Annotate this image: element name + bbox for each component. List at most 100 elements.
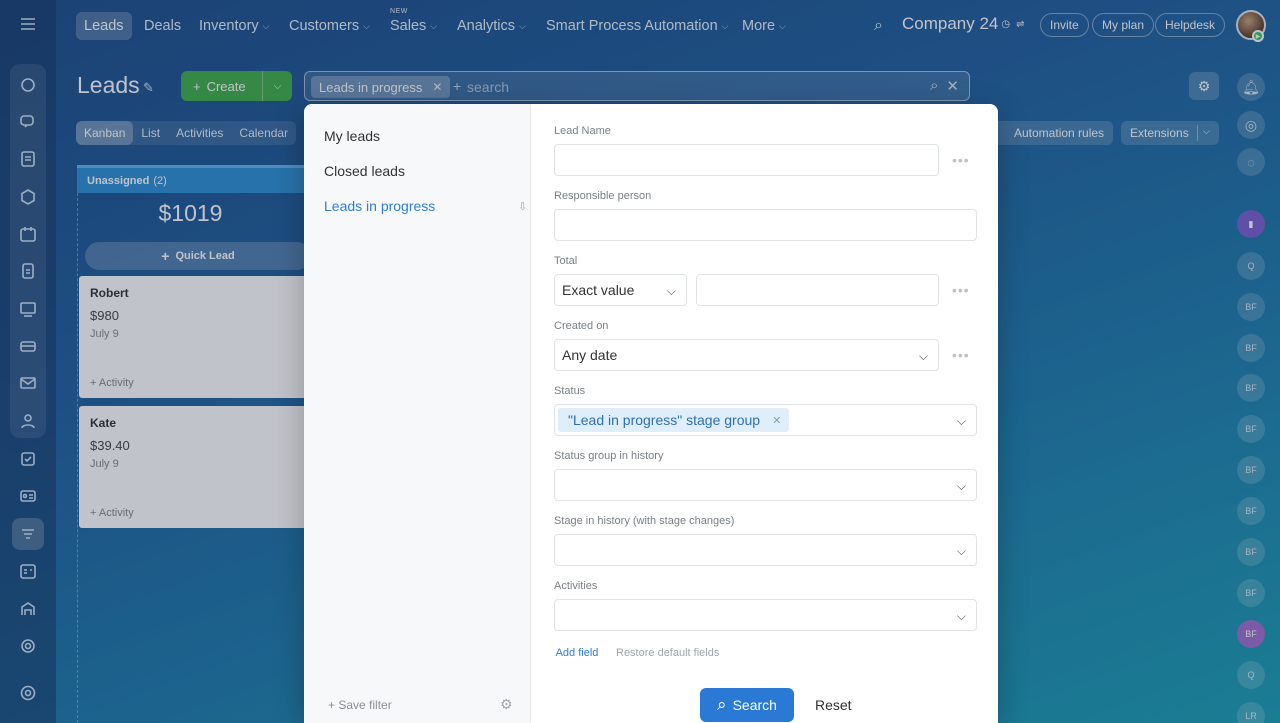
preset-my-leads[interactable]: My leads — [324, 128, 380, 144]
nav-inventory[interactable]: Inventory ⌵ — [191, 12, 277, 40]
gear-icon[interactable]: ⚙ — [1189, 72, 1219, 100]
status-select[interactable]: "Lead in progress" stage group ✕ ⌵ — [554, 404, 977, 436]
avatar[interactable]: Q — [1237, 661, 1265, 689]
pin-icon[interactable]: ✎ — [143, 80, 154, 96]
tab-list[interactable]: List — [133, 121, 168, 145]
tasks-icon[interactable] — [12, 143, 44, 175]
settings-icon[interactable] — [12, 677, 44, 709]
restore-default-fields-link[interactable]: Restore default fields — [616, 647, 719, 659]
created-on-select[interactable]: Any date ⌵ — [554, 339, 939, 371]
calendar-icon[interactable] — [12, 218, 44, 250]
reset-button[interactable]: Reset — [815, 697, 852, 713]
drive-icon[interactable] — [12, 330, 44, 362]
nav-leads[interactable]: Leads — [76, 12, 132, 40]
add-activity-link[interactable]: + Activity — [90, 377, 134, 389]
crm-funnel-icon[interactable] — [12, 518, 44, 550]
menu-icon[interactable] — [12, 8, 44, 40]
nav-more[interactable]: More ⌵ — [734, 12, 794, 40]
nav-analytics[interactable]: Analytics ⌵ — [449, 12, 534, 40]
status-history-select[interactable]: ⌵ — [554, 469, 977, 501]
feed-icon[interactable] — [12, 69, 44, 101]
kanban-column-header[interactable]: Unassigned (2) — [77, 165, 317, 193]
avatar[interactable]: BF — [1237, 620, 1265, 648]
avatar[interactable]: Q — [1237, 252, 1265, 280]
goals-icon[interactable] — [12, 630, 44, 662]
chat-icon[interactable]: ◌ — [1237, 148, 1265, 176]
avatar[interactable]: BF — [1237, 415, 1265, 443]
nav-sales[interactable]: Sales ⌵ — [382, 12, 445, 40]
stage-history-select[interactable]: ⌵ — [554, 534, 977, 566]
chevron-down-icon[interactable]: ⌵ — [263, 81, 292, 92]
search-icon[interactable]: ⌕ — [866, 12, 891, 40]
lead-name-input[interactable] — [554, 144, 939, 176]
avatar[interactable]: BF — [1237, 456, 1265, 484]
chevron-down-icon[interactable]: ⌵ — [1203, 126, 1210, 137]
quick-lead-button[interactable]: + Quick Lead — [85, 242, 311, 270]
avatar[interactable]: LR — [1237, 702, 1265, 723]
search-input[interactable] — [467, 77, 907, 97]
automation-rules-button[interactable]: Automation rules — [990, 121, 1114, 145]
activities-select[interactable]: ⌵ — [554, 599, 977, 631]
avatar[interactable]: BF — [1237, 293, 1265, 321]
avatar[interactable]: BF — [1237, 374, 1265, 402]
filter-search-bar[interactable]: Leads in progress ✕ + ⌕ ✕ — [304, 71, 970, 101]
lead-card[interactable]: Robert $980 July 9 + Activity — [79, 276, 309, 398]
lead-card[interactable]: Kate $39.40 July 9 + Activity — [79, 406, 309, 528]
create-main[interactable]: + Create — [181, 71, 263, 101]
close-icon[interactable]: ✕ — [772, 414, 781, 427]
avatar[interactable]: BF — [1237, 538, 1265, 566]
helpdesk-button[interactable]: Helpdesk — [1155, 13, 1226, 37]
close-icon[interactable]: ✕ — [432, 80, 442, 94]
search-button[interactable]: ⌕ Search — [700, 688, 794, 722]
copilot-icon[interactable]: ◎ — [1237, 111, 1265, 139]
tab-kanban[interactable]: Kanban — [76, 121, 134, 145]
total-value-input[interactable] — [696, 274, 939, 306]
avatar[interactable]: BF — [1237, 334, 1265, 362]
groups-icon[interactable] — [12, 181, 44, 213]
search-icon[interactable]: ⌕ — [930, 77, 938, 95]
avatar[interactable]: BF — [1237, 579, 1265, 607]
preset-closed-leads[interactable]: Closed leads — [324, 163, 405, 179]
save-filter-link[interactable]: + Save filter — [328, 698, 392, 712]
clock-icon: ◷ — [1001, 18, 1011, 30]
checklist-icon[interactable] — [12, 443, 44, 475]
nav-deals[interactable]: Deals — [136, 12, 189, 40]
nav-customers[interactable]: Customers ⌵ — [281, 12, 378, 40]
more-icon[interactable]: ••• — [952, 282, 970, 298]
search-label: Search — [732, 697, 777, 713]
tab-activities[interactable]: Activities — [168, 121, 231, 145]
preset-leads-in-progress[interactable]: Leads in progress — [324, 198, 435, 214]
filter-presets: My leads Closed leads Leads in progress … — [304, 104, 531, 723]
docs-icon[interactable] — [12, 255, 44, 287]
nav-label: Inventory — [199, 18, 259, 34]
more-icon[interactable]: ••• — [952, 152, 970, 168]
contacts-icon[interactable] — [12, 405, 44, 437]
add-activity-link[interactable]: + Activity — [90, 507, 134, 519]
create-button[interactable]: + Create ⌵ — [181, 71, 292, 101]
field-label: Status group in history — [554, 450, 664, 462]
bell-icon[interactable]: 🔔︎ — [1237, 73, 1265, 101]
search-icon: ⌕ — [717, 695, 727, 714]
avatar[interactable]: BF — [1237, 497, 1265, 525]
invite-button[interactable]: Invite — [1040, 13, 1089, 37]
total-mode-select[interactable]: Exact value ⌵ — [554, 274, 687, 306]
tab-calendar[interactable]: Calendar — [231, 121, 296, 145]
responsible-input[interactable] — [554, 209, 977, 241]
clear-icon[interactable]: ✕ — [946, 77, 959, 95]
chip-label: Leads in progress — [319, 79, 423, 95]
schedule-icon[interactable] — [12, 555, 44, 587]
more-icon[interactable]: ••• — [952, 347, 970, 363]
boards-icon[interactable] — [12, 293, 44, 325]
nav-smart-process-automation[interactable]: Smart Process Automation ⌵ — [538, 12, 737, 40]
store-icon[interactable] — [12, 593, 44, 625]
company-name[interactable]: Company 24 ◷ ⇌ — [902, 14, 1025, 34]
add-field-button[interactable]: Add field — [545, 639, 609, 667]
pin-icon[interactable]: ⇩ — [518, 200, 527, 213]
id-card-icon[interactable] — [12, 480, 44, 512]
my-plan-button[interactable]: My plan — [1092, 13, 1155, 37]
chat-icon[interactable] — [12, 106, 44, 138]
gear-icon[interactable]: ⚙ — [500, 696, 513, 713]
extensions-button[interactable]: Extensions ⌵ — [1121, 121, 1219, 145]
mail-icon[interactable] — [12, 367, 44, 399]
app-icon[interactable]: ▮ — [1237, 210, 1265, 238]
